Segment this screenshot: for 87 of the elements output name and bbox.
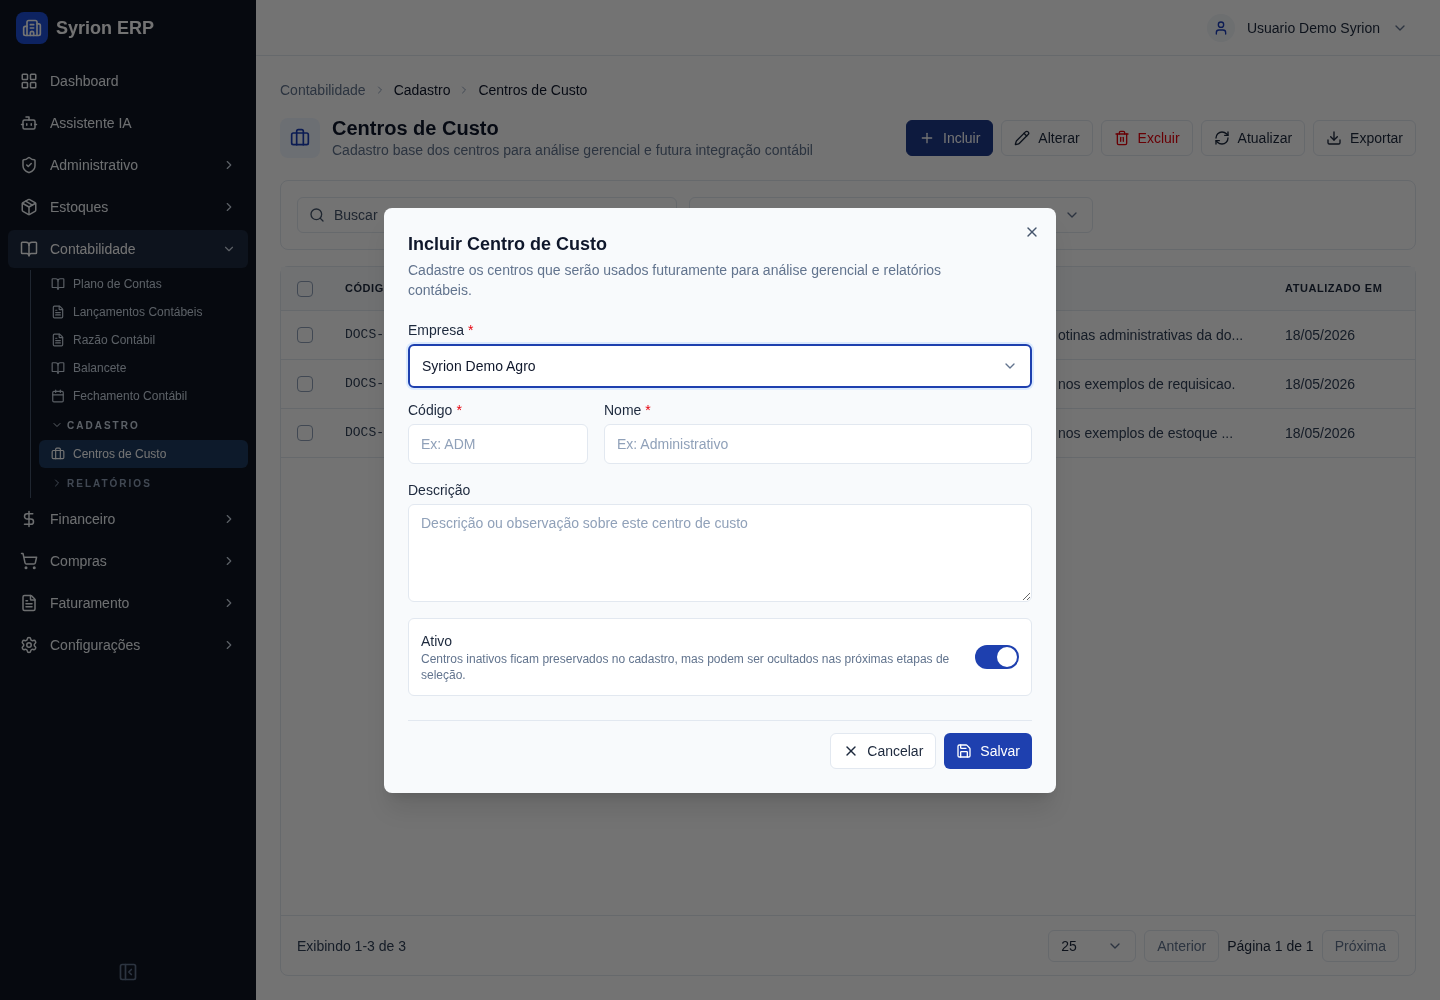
briefcase-icon [280, 118, 320, 158]
field-label: Empresa * [408, 321, 475, 340]
pagination-summary: Exibindo 1-3 de 3 [297, 936, 406, 956]
sidebar-subitem[interactable]: Centros de Custo [39, 440, 248, 468]
sidebar-item[interactable]: Assistente IA [8, 104, 248, 142]
toolbar-button[interactable]: Incluir [906, 120, 994, 156]
document-icon [51, 305, 65, 319]
book-icon [51, 277, 65, 291]
book-icon [20, 240, 38, 258]
calendar-icon [51, 389, 65, 403]
table-cell-text: nos exemplos de requisicao. [1058, 375, 1236, 394]
toolbar-button[interactable]: Atualizar [1200, 120, 1306, 156]
cart-icon [20, 552, 38, 570]
robot-icon [20, 114, 38, 132]
table-cell-text: DOCS- [345, 374, 384, 393]
user-avatar-icon [1206, 13, 1235, 42]
field-label: Código * [408, 401, 463, 420]
empresa-select[interactable]: Syrion Demo Agro [408, 344, 1032, 388]
field-label: Nome * [604, 401, 652, 420]
name-input[interactable]: Ex: Administrativo [604, 424, 1032, 464]
sidebar-subitem[interactable]: Razão Contábil [39, 326, 248, 354]
table-cell-text: DOCS- [345, 423, 384, 442]
plus-icon [919, 130, 935, 146]
sidebar-item[interactable]: Compras [8, 542, 248, 580]
grid-icon [20, 72, 38, 90]
sidebar-item[interactable]: Configurações [8, 626, 248, 664]
table-cell-text: 18/05/2026 [1285, 424, 1356, 443]
cancel-button[interactable]: Cancelar [830, 733, 937, 769]
briefcase-icon [51, 447, 65, 461]
table-cell-text: DOCS- [345, 325, 384, 344]
gear-icon [20, 636, 38, 654]
column-header: ATUALIZADO EM [1285, 281, 1383, 297]
sidebar-subitem[interactable]: Balancete [39, 354, 248, 382]
table-cell-text: 18/05/2026 [1285, 375, 1356, 394]
box-icon [20, 198, 38, 216]
sidebar-subitem[interactable]: Lançamentos Contábeis [39, 298, 248, 326]
sidebar-item[interactable]: Financeiro [8, 500, 248, 538]
row-checkbox[interactable] [297, 376, 313, 392]
active-label: Ativo [421, 632, 454, 651]
toolbar-button[interactable]: Excluir [1100, 120, 1193, 156]
row-checkbox[interactable] [297, 425, 313, 441]
description-textarea[interactable]: Descrição ou observação sobre este centro de custo [408, 504, 1032, 602]
select-all-checkbox[interactable] [297, 280, 313, 297]
document-icon [51, 333, 65, 347]
sidebar-item[interactable]: Contabilidade [8, 230, 248, 268]
sidebar-section[interactable]: RELATÓRIOS [39, 468, 248, 498]
dialog-description: Cadastre os centros que serão usados futuramente para análise gerencial e relatórios contábeis. [408, 261, 943, 300]
page-size-select[interactable]: 25 [1048, 929, 1137, 962]
sidebar-section[interactable]: CADASTRO [39, 410, 248, 440]
refresh-icon [1213, 130, 1230, 146]
collapse-sidebar-icon[interactable] [118, 962, 138, 982]
logo-icon [16, 12, 48, 44]
breadcrumb-link[interactable]: Centros de Custo [478, 80, 588, 100]
trash-icon [1113, 130, 1130, 146]
code-input[interactable]: Ex: ADM [408, 424, 588, 464]
shield-icon [20, 156, 38, 174]
sidebar-item[interactable]: Administrativo [8, 146, 248, 184]
active-hint: Centros inativos ficam preservados no cadastro, mas podem ser ocultados nas próximas etapas de seleção. [421, 651, 951, 683]
sidebar-subitem[interactable]: Fechamento Contábil [39, 382, 248, 410]
save-button[interactable]: Salvar [944, 733, 1032, 769]
page-indicator: Página 1 de 1 [1227, 936, 1314, 956]
breadcrumb-link[interactable]: Cadastro [393, 80, 451, 100]
page-subtitle: Cadastro base dos centros para análise gerencial e futura integração contábil [332, 141, 813, 160]
table-cell-text: 18/05/2026 [1285, 326, 1356, 345]
sidebar-item[interactable]: Estoques [8, 188, 248, 226]
column-header: CÓDIG [345, 281, 384, 297]
breadcrumb-link[interactable]: Contabilidade [280, 80, 366, 100]
document-icon [20, 594, 38, 612]
sidebar-subitem[interactable]: Plano de Contas [39, 270, 248, 298]
table-cell-text: otinas administrativas da do... [1058, 326, 1244, 345]
download-icon [1326, 130, 1343, 146]
toolbar-button[interactable]: Alterar [1001, 120, 1093, 156]
sidebar-item[interactable]: Faturamento [8, 584, 248, 622]
book-icon [51, 361, 65, 375]
app-name: Syrion ERP [56, 17, 155, 40]
table-cell-text: nos exemplos de estoque ... [1058, 424, 1234, 443]
active-toggle[interactable] [975, 645, 1019, 669]
dialog-title: Incluir Centro de Custo [408, 233, 608, 256]
page-title: Centros de Custo [332, 116, 500, 140]
field-label: Descrição [408, 481, 472, 500]
user-menu-button[interactable]: Usuario Demo Syrion [1198, 9, 1416, 46]
toolbar-button[interactable]: Exportar [1313, 120, 1416, 156]
sidebar-item[interactable]: Dashboard [8, 62, 248, 100]
search-icon [309, 207, 325, 223]
floppy-icon [956, 743, 973, 759]
row-checkbox[interactable] [297, 327, 313, 343]
pencil-icon [1014, 130, 1031, 146]
